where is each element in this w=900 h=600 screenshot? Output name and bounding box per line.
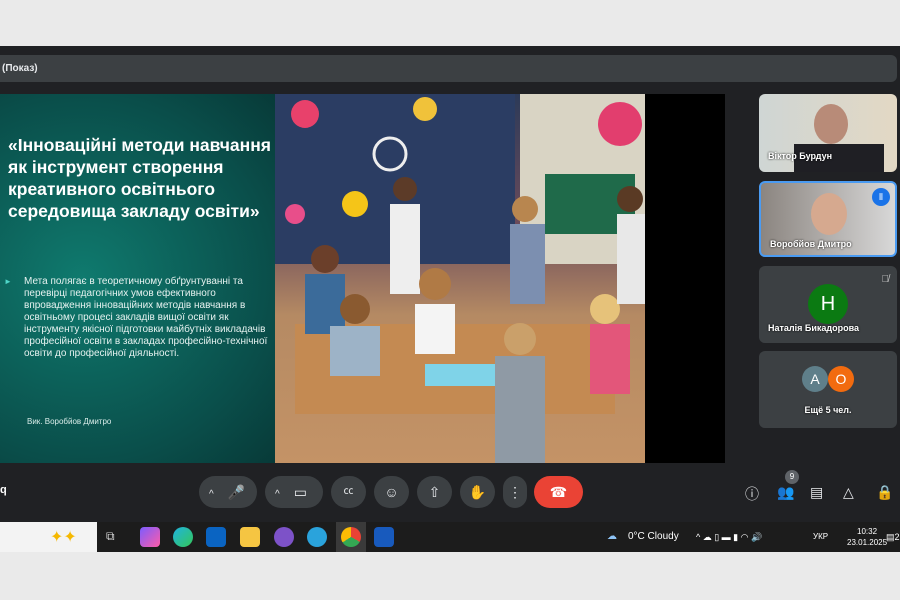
info-icon: ⓘ (745, 486, 759, 502)
reactions-button[interactable]: ☺ (374, 476, 409, 508)
bullet-icon: ► (4, 277, 12, 286)
cloud-icon: ☁ (607, 531, 617, 542)
chat-button[interactable]: ▤ (810, 484, 823, 501)
notifications-icon[interactable]: ▤2 (886, 522, 900, 552)
language-indicator[interactable]: УКР (813, 522, 828, 552)
emoji-icon: ☺ (384, 484, 399, 500)
tray-icons[interactable]: ^ ☁ ▯ ▬ ▮ ◠ 🔊 (696, 522, 762, 552)
avatar: Н (808, 284, 848, 324)
avatar: О (828, 366, 854, 392)
slide-bullet-text: Мета полягає в теоретичному обґрунтуванн… (24, 276, 268, 359)
telegram-app-icon[interactable] (307, 527, 327, 547)
chevron-up-icon: ^ (275, 489, 280, 500)
slide-text-panel: «Інноваційні методи навчання як інструме… (0, 94, 275, 463)
mic-button[interactable]: ^ 🎤 (199, 476, 257, 508)
mic-off-icon: 🎙̸ (881, 274, 890, 285)
edge-app-icon[interactable] (173, 527, 193, 547)
video-feed (811, 193, 847, 235)
activities-icon: △ (843, 484, 854, 500)
captions-button[interactable]: ㏄ (331, 476, 366, 508)
lock-icon: 🔒 (876, 484, 894, 500)
presentation-bar[interactable]: (Показ) (0, 55, 897, 82)
people-button[interactable]: 👥 (777, 484, 794, 501)
task-view-icon[interactable]: ⧉ (106, 529, 115, 544)
speaking-indicator-icon: ⦀ (872, 188, 890, 206)
slide-author: Вик. Воробйов Дмитро (27, 417, 112, 426)
file-explorer-icon[interactable] (240, 527, 260, 547)
avatar: А (802, 366, 828, 392)
more-vert-icon: ⋮ (508, 484, 522, 500)
people-icon: 👥 (777, 484, 795, 500)
notification-count: 2 (894, 532, 900, 542)
date: 23.01.2025 (847, 538, 888, 547)
activities-button[interactable]: △ (843, 484, 854, 501)
meeting-info-button[interactable]: ⓘ (745, 484, 759, 504)
mic-icon: 🎤 (227, 484, 246, 500)
leave-call-button[interactable]: ☎ (534, 476, 583, 508)
chat-icon: ▤ (810, 484, 824, 500)
host-controls-button[interactable]: 🔒 (876, 484, 893, 501)
participant-tile[interactable]: Віктор Бурдун (759, 94, 897, 172)
phone-hangup-icon: ☎ (549, 484, 568, 500)
windows-taskbar: ✦✦ ⧉ ☁ 0°C Cloudy ^ ☁ ▯ ▬ ▮ ◠ 🔊 УКР 10:3… (0, 522, 900, 552)
copilot-app-icon[interactable] (140, 527, 160, 547)
word-app-icon[interactable] (374, 527, 394, 547)
copilot-sparkle-icon: ✦✦ (50, 529, 77, 546)
more-participants-tile[interactable]: А О Ещё 5 чел. (759, 351, 897, 428)
viber-app-icon[interactable] (274, 527, 294, 547)
chevron-up-icon: ^ (209, 489, 214, 500)
raise-hand-button[interactable]: ✋ (460, 476, 495, 508)
slide-illustration (275, 94, 645, 463)
more-count: Ещё 5 чел. (804, 405, 852, 415)
meet-window: (Показ) «Інноваційні методи навчання як … (0, 46, 900, 522)
participants-count-badge: 9 (785, 470, 799, 484)
camera-button[interactable]: ^ ▭ (265, 476, 323, 508)
classroom-illustration (275, 94, 645, 463)
participant-tile[interactable]: ⦀ Воробйов Дмитро (759, 181, 897, 257)
captions-icon: ㏄ (343, 486, 354, 497)
participant-name: Віктор Бурдун (768, 151, 833, 161)
outlook-app-icon[interactable] (206, 527, 226, 547)
more-options-button[interactable]: ⋮ (503, 476, 527, 508)
camera-icon: ▭ (293, 484, 307, 500)
hand-icon: ✋ (468, 484, 487, 500)
present-button[interactable]: ⇧ (417, 476, 452, 508)
time: 10:32 (857, 527, 878, 536)
chrome-app-icon[interactable] (341, 527, 361, 547)
clock[interactable]: 10:32 23.01.2025 (847, 526, 887, 548)
participant-name: Наталія Бикадорова (768, 323, 860, 333)
taskbar-widgets[interactable]: ✦✦ (0, 522, 97, 552)
participant-tile[interactable]: 🎙̸ Н Наталія Бикадорова (759, 266, 897, 343)
video-feed (814, 104, 848, 144)
presentation-label: (Показ) (2, 63, 38, 74)
shared-slide: «Інноваційні методи навчання як інструме… (0, 94, 725, 463)
present-icon: ⇧ (428, 484, 441, 500)
weather-text[interactable]: 0°C Cloudy (628, 522, 679, 552)
meeting-code: q (0, 484, 7, 496)
participant-name: Воробйов Дмитро (770, 239, 852, 249)
slide-title: «Інноваційні методи навчання як інструме… (8, 135, 271, 221)
